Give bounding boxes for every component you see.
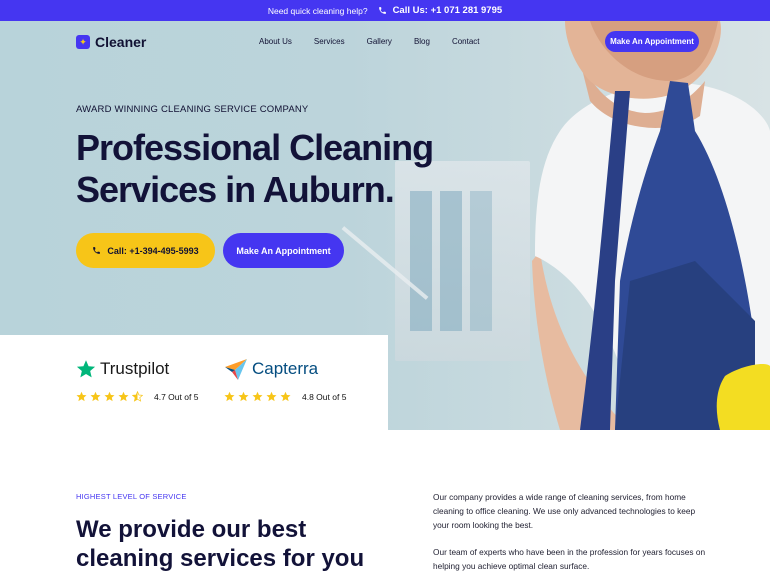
topbar-call-text: Call Us: +1 071 281 9795: [392, 5, 503, 16]
trustpilot-score: 4.7 Out of 5: [154, 391, 199, 402]
hero-eyebrow: AWARD WINNING CLEANING SERVICE COMPANY: [76, 104, 309, 115]
section-title: We provide our best cleaning services fo…: [76, 515, 364, 573]
trustpilot-star-icon: [76, 360, 96, 378]
services-intro-section: HIGHEST LEVEL OF SERVICE We provide our …: [0, 430, 770, 578]
section-eyebrow: HIGHEST LEVEL OF SERVICE: [76, 492, 187, 501]
brand-logo[interactable]: ✦ Cleaner: [76, 34, 146, 50]
trustpilot-review[interactable]: Trustpilot 4.7 Out of 5: [76, 357, 198, 402]
trustpilot-name: Trustpilot: [100, 359, 170, 378]
background-binder: [440, 191, 462, 331]
section-paragraph-2: Our team of experts who have been in the…: [433, 547, 706, 571]
capterra-brand: Capterra: [224, 357, 346, 381]
star-icon: [104, 391, 115, 402]
hero-title-line2: Services in Auburn.: [76, 169, 395, 210]
star-icon: [238, 391, 249, 402]
nav-item-about-us[interactable]: About Us: [259, 37, 292, 46]
main-nav: About Us Services Gallery Blog Contact: [259, 37, 480, 46]
reviews-card: Trustpilot 4.7 Out of 5 Capterra 4.8 Out…: [0, 335, 388, 430]
hero-appointment-button[interactable]: Make An Appointment: [223, 233, 344, 268]
capterra-score: 4.8 Out of 5: [302, 391, 347, 402]
hero-call-label: Call: +1-394-495-5993: [107, 245, 199, 256]
section-title-rest: services for you: [173, 545, 365, 572]
trustpilot-brand: Trustpilot: [76, 357, 198, 381]
nav-item-gallery[interactable]: Gallery: [367, 37, 392, 46]
star-icon: [266, 391, 277, 402]
hero-title-highlight: Cleaning: [289, 127, 434, 168]
cleaner-person-image: [532, 21, 770, 430]
star-icon: [280, 391, 291, 402]
brand-name: Cleaner: [95, 34, 147, 50]
star-icon: [252, 391, 263, 402]
announcement-text: Need quick cleaning help?: [267, 5, 368, 16]
topbar-call-link[interactable]: Call Us: +1 071 281 9795: [378, 5, 503, 16]
capterra-logo-icon: [225, 359, 247, 380]
section-paragraph-1: Our company provides a wide range of cle…: [433, 492, 696, 530]
trustpilot-stars: 4.7 Out of 5: [76, 391, 198, 402]
background-binder: [410, 191, 432, 331]
half-star-icon: [132, 391, 143, 402]
hero-call-button[interactable]: Call: +1-394-495-5993: [76, 233, 215, 268]
background-binder: [470, 191, 492, 331]
star-icon: [90, 391, 101, 402]
logo-icon: ✦: [76, 35, 90, 49]
announcement-bar: Need quick cleaning help? Call Us: +1 07…: [0, 0, 770, 21]
capterra-stars: 4.8 Out of 5: [224, 391, 346, 402]
phone-icon: [93, 247, 101, 254]
nav-item-services[interactable]: Services: [314, 37, 345, 46]
star-icon: [76, 391, 87, 402]
hero-title-part1: Professional: [76, 127, 290, 168]
section-title-line1: We provide our best: [76, 516, 307, 543]
hero-title: Professional Cleaning Services in Auburn…: [76, 127, 434, 211]
capterra-review[interactable]: Capterra 4.8 Out of 5: [224, 357, 346, 402]
phone-icon: [378, 7, 386, 14]
nav-item-contact[interactable]: Contact: [452, 37, 480, 46]
nav-item-blog[interactable]: Blog: [414, 37, 430, 46]
section-title-highlight: cleaning: [76, 545, 174, 572]
star-icon: [118, 391, 129, 402]
star-icon: [224, 391, 235, 402]
capterra-name: Capterra: [252, 359, 319, 378]
header-appointment-button[interactable]: Make An Appointment: [605, 31, 699, 52]
